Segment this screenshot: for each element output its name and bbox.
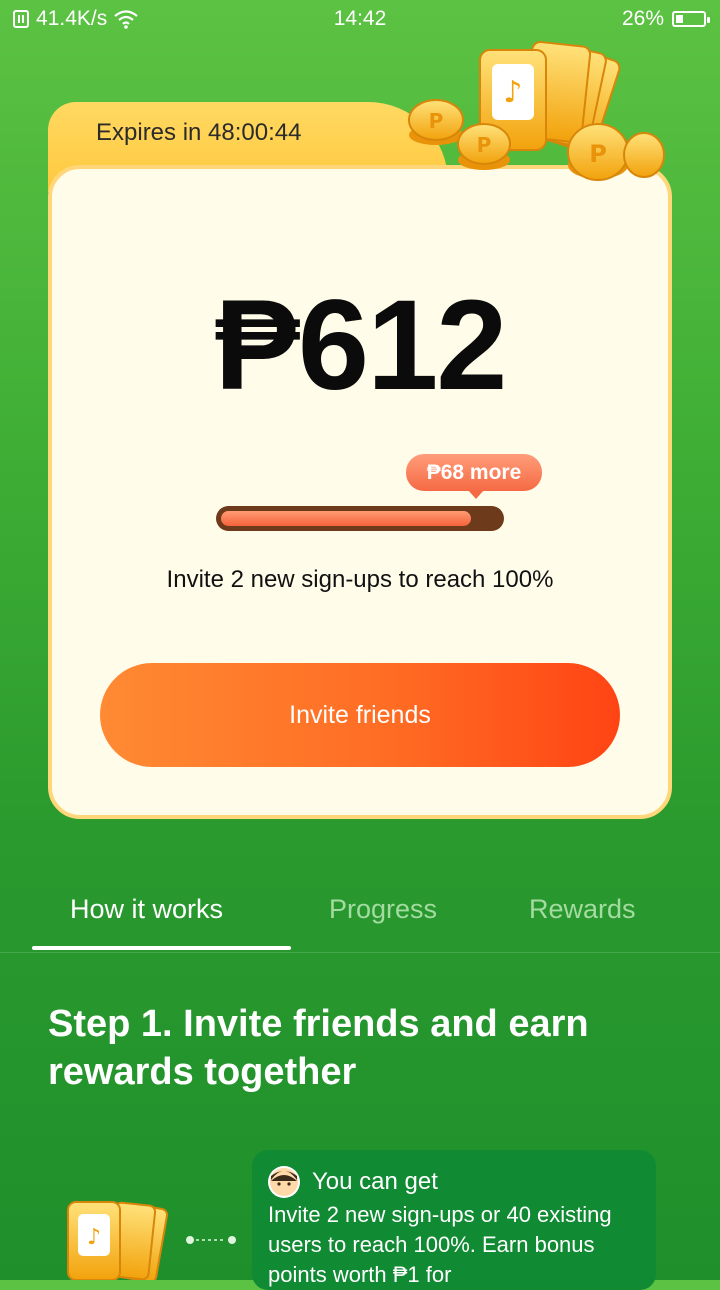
tab-progress[interactable]: Progress: [329, 894, 437, 925]
info-title: You can get: [312, 1168, 438, 1195]
active-tab-indicator: [32, 946, 291, 950]
battery-level: 26%: [621, 7, 664, 30]
tab-rewards[interactable]: Rewards: [529, 894, 636, 925]
invite-instructions: Invite 2 new sign-ups to reach 100%: [166, 566, 554, 593]
svg-text:♪: ♪: [503, 75, 522, 110]
info-body: Invite 2 new sign-ups or 40 existing use…: [268, 1202, 612, 1287]
avatar-icon: [268, 1166, 300, 1198]
tab-how-it-works[interactable]: How it works: [70, 894, 223, 925]
svg-text:P: P: [477, 133, 492, 157]
connector-icon: [186, 1236, 236, 1244]
invite-friends-button[interactable]: Invite friends: [100, 663, 620, 767]
reward-amount: ₱612: [214, 274, 508, 417]
clock: 14:42: [333, 7, 387, 30]
battery-icon: [672, 11, 710, 27]
step-title: Step 1. Invite friends and earn rewards …: [48, 1003, 589, 1093]
svg-text:P: P: [429, 109, 444, 133]
svg-text:♪: ♪: [87, 1225, 101, 1250]
progress-bar: [216, 506, 504, 531]
progress-bar-fill: [221, 511, 471, 526]
coins-illustration-icon: ♪ P P P: [408, 41, 665, 181]
remaining-amount-badge: ₱68 more: [406, 454, 542, 499]
svg-text:P: P: [589, 140, 607, 168]
expiry-countdown: Expires in 48:00:44: [96, 119, 302, 146]
tab-bar: How it works Progress Rewards: [0, 880, 720, 953]
reward-cards-icon: ♪: [67, 1201, 168, 1280]
reward-info-box: You can get Invite 2 new sign-ups or 40 …: [252, 1150, 656, 1290]
